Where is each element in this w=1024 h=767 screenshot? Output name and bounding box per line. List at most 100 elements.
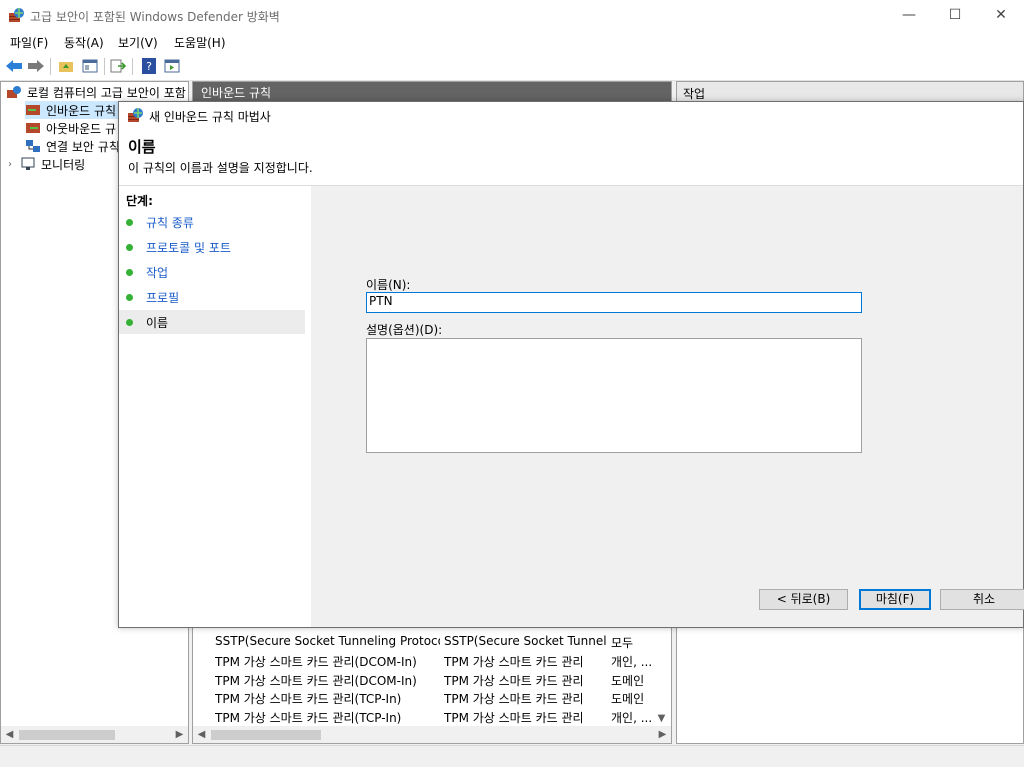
- inbound-rules-icon: [26, 105, 40, 115]
- step-label: 프로필: [146, 290, 180, 305]
- rule-group-cell: SSTP(Secure Socket Tunnel...: [444, 634, 606, 648]
- export-list-icon[interactable]: [108, 56, 128, 76]
- step-rule-type[interactable]: 규칙 종류: [119, 210, 305, 234]
- menu-file[interactable]: 파일(F): [10, 34, 48, 51]
- up-folder-icon[interactable]: [56, 56, 76, 76]
- step-action[interactable]: 작업: [119, 260, 305, 284]
- minimize-button[interactable]: —: [886, 0, 932, 31]
- rule-name-cell: TPM 가상 스마트 카드 관리(TCP-In): [215, 692, 402, 706]
- step-profile[interactable]: 프로필: [119, 285, 305, 309]
- step-complete-dot: [126, 293, 133, 301]
- step-label: 이름: [146, 315, 169, 330]
- scroll-left-icon[interactable]: ◀: [193, 726, 210, 743]
- rule-group-cell: TPM 가상 스마트 카드 관리: [444, 674, 584, 688]
- scroll-right-icon[interactable]: ▶: [654, 726, 671, 743]
- rule-group-cell: TPM 가상 스마트 카드 관리: [444, 711, 584, 725]
- rule-name-cell: TPM 가상 스마트 카드 관리(TCP-In): [215, 711, 402, 725]
- new-inbound-rule-wizard: 새 인바운드 규칙 마법사 이름 이 규칙의 이름과 설명을 지정합니다. 단계…: [118, 101, 1024, 628]
- connection-security-icon: [26, 140, 40, 152]
- finish-button[interactable]: 마침(F): [859, 589, 931, 610]
- actions-pane-header: 작업: [677, 82, 1023, 101]
- firewall-app-icon: [9, 8, 24, 22]
- rule-group-cell: TPM 가상 스마트 카드 관리: [444, 655, 584, 669]
- tree-root[interactable]: 로컬 컴퓨터의 고급 보안이 포함: [6, 83, 188, 101]
- toolbar: ?: [0, 53, 1024, 81]
- back-arrow-icon[interactable]: [4, 56, 24, 76]
- name-label: 이름(N):: [366, 278, 411, 292]
- rule-name-cell: SSTP(Secure Socket Tunneling Protocol)..…: [215, 634, 440, 648]
- tree-horizontal-scrollbar[interactable]: ◀ ▶: [1, 726, 188, 743]
- step-complete-dot: [126, 268, 133, 276]
- close-button[interactable]: ✕: [978, 0, 1024, 31]
- tree-item-label: 인바운드 규칙: [46, 103, 117, 118]
- rule-profile-cell: 개인, ...: [611, 711, 651, 725]
- toolbar-separator: [50, 58, 51, 75]
- steps-title: 단계:: [126, 194, 153, 208]
- tree-root-label: 로컬 컴퓨터의 고급 보안이 포함: [27, 85, 186, 100]
- toolbar-separator: [132, 58, 133, 75]
- rules-horizontal-scrollbar[interactable]: ◀ ▶: [193, 726, 671, 743]
- step-label: 작업: [146, 265, 169, 280]
- step-label: 프로토콜 및 포트: [146, 240, 231, 255]
- forward-arrow-icon[interactable]: [26, 56, 46, 76]
- maximize-button[interactable]: ☐: [932, 0, 978, 31]
- wizard-content: 이름(N): PTN 설명(옵션)(D): < 뒤로(B) 마침(F) 취소: [311, 186, 1024, 627]
- step-protocol-ports[interactable]: 프로토콜 및 포트: [119, 235, 305, 259]
- svg-text:?: ?: [146, 60, 152, 73]
- table-row[interactable]: TPM 가상 스마트 카드 관리(DCOM-In) TPM 가상 스마트 카드 …: [215, 653, 651, 671]
- cancel-button[interactable]: 취소: [940, 589, 1024, 610]
- scroll-right-icon[interactable]: ▶: [171, 726, 188, 743]
- menu-bar: 파일(F) 동작(A) 보기(V) 도움말(H): [0, 31, 1024, 53]
- wizard-steps-panel: 단계: 규칙 종류 프로토콜 및 포트 작업 프로필 이름: [119, 186, 311, 627]
- show-hide-tree-icon[interactable]: [80, 56, 100, 76]
- scrollbar-thumb[interactable]: [19, 730, 115, 740]
- table-row[interactable]: TPM 가상 스마트 카드 관리(DCOM-In) TPM 가상 스마트 카드 …: [215, 672, 645, 690]
- rule-group-cell: TPM 가상 스마트 카드 관리: [444, 692, 584, 706]
- step-complete-dot: [126, 243, 133, 251]
- menu-action[interactable]: 동작(A): [64, 34, 104, 51]
- rule-profile-cell: 도메인: [611, 692, 645, 706]
- chevron-right-icon[interactable]: ›: [8, 159, 20, 170]
- window-titlebar: 고급 보안이 포함된 Windows Defender 방화벽 — ☐ ✕: [0, 0, 1024, 31]
- monitor-icon: [21, 157, 35, 170]
- toolbar-separator: [104, 58, 105, 75]
- table-row[interactable]: TPM 가상 스마트 카드 관리(TCP-In) TPM 가상 스마트 카드 관…: [215, 709, 651, 727]
- table-row[interactable]: SSTP(Secure Socket Tunneling Protocol)..…: [215, 634, 645, 652]
- tree-item-connection-security[interactable]: 연결 보안 규칙: [25, 137, 120, 155]
- rule-profile-cell: 모두: [611, 636, 634, 650]
- rule-profile-cell: 개인, ...: [611, 655, 651, 669]
- window-title: 고급 보안이 포함된 Windows Defender 방화벽: [30, 10, 280, 24]
- firewall-icon: [7, 86, 21, 98]
- wizard-title: 새 인바운드 규칙 마법사: [149, 110, 271, 124]
- step-label: 규칙 종류: [146, 215, 194, 230]
- name-input[interactable]: PTN: [366, 292, 862, 313]
- rule-profile-cell: 도메인: [611, 674, 645, 688]
- rules-pane-header: 인바운드 규칙: [193, 82, 671, 101]
- help-icon[interactable]: ?: [139, 56, 159, 76]
- rule-name-cell: TPM 가상 스마트 카드 관리(DCOM-In): [215, 674, 417, 688]
- wizard-heading: 이름: [128, 138, 156, 156]
- outbound-rules-icon: [26, 123, 40, 133]
- rule-name-cell: TPM 가상 스마트 카드 관리(DCOM-In): [215, 655, 417, 669]
- tree-item-monitoring[interactable]: › 모니터링: [8, 155, 85, 173]
- menu-view[interactable]: 보기(V): [118, 34, 158, 51]
- wizard-titlebar: 새 인바운드 규칙 마법사: [119, 102, 1023, 128]
- status-bar: [0, 745, 1024, 767]
- steps-list: 규칙 종류 프로토콜 및 포트 작업 프로필 이름: [119, 210, 309, 627]
- back-button[interactable]: < 뒤로(B): [759, 589, 848, 610]
- action-pane-icon[interactable]: [162, 56, 182, 76]
- tree-item-label: 아웃바운드 규: [46, 121, 117, 136]
- wizard-header: 이름 이 규칙의 이름과 설명을 지정합니다.: [119, 128, 1023, 186]
- step-name: 이름: [119, 310, 305, 334]
- wizard-subheading: 이 규칙의 이름과 설명을 지정합니다.: [128, 161, 313, 175]
- menu-help[interactable]: 도움말(H): [174, 34, 226, 51]
- tree-item-outbound-rules[interactable]: 아웃바운드 규: [25, 119, 116, 137]
- firewall-app-icon: [128, 108, 143, 122]
- scroll-down-icon[interactable]: ▼: [653, 710, 670, 727]
- table-row[interactable]: TPM 가상 스마트 카드 관리(TCP-In) TPM 가상 스마트 카드 관…: [215, 690, 645, 708]
- scrollbar-thumb[interactable]: [211, 730, 321, 740]
- step-current-dot: [126, 318, 133, 326]
- scroll-left-icon[interactable]: ◀: [1, 726, 18, 743]
- tree-item-label: 연결 보안 규칙: [46, 139, 120, 154]
- description-textarea[interactable]: [366, 338, 862, 453]
